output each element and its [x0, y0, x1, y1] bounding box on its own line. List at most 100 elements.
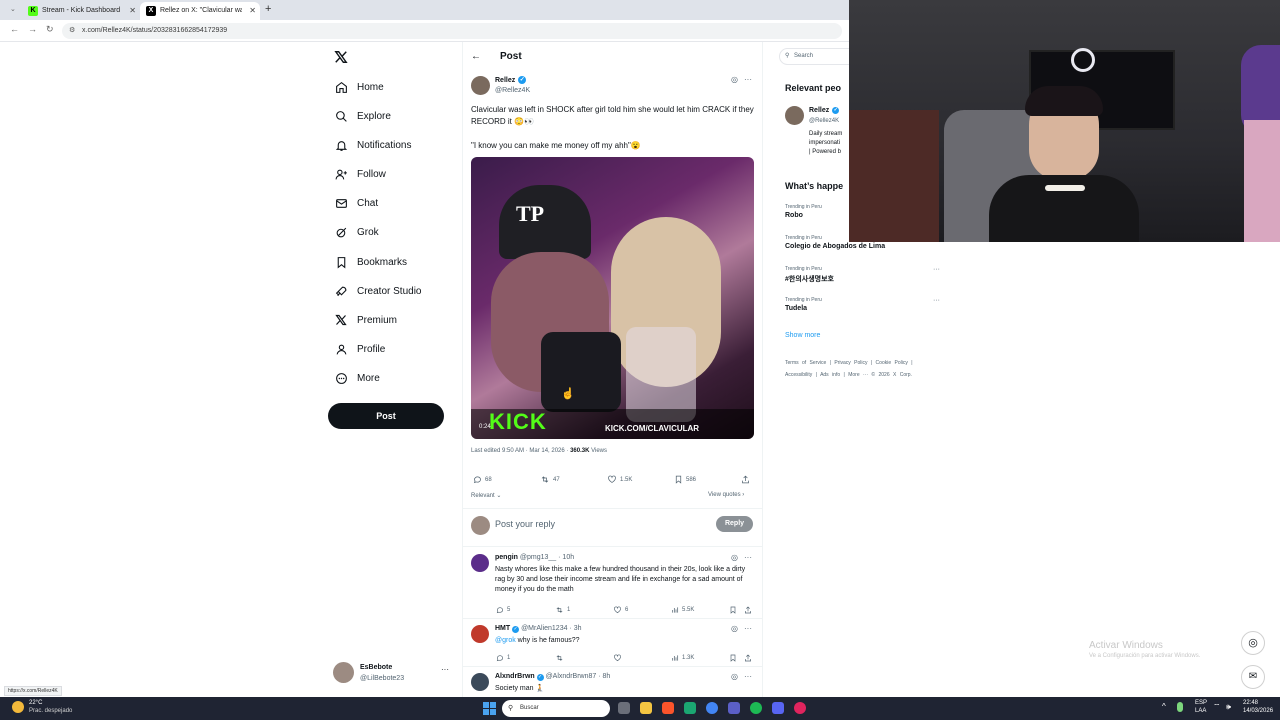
bookmark-action[interactable]: [729, 654, 740, 662]
trend-item[interactable]: Trending in Peru Robo: [785, 204, 822, 219]
more-icon[interactable]: ···: [744, 553, 752, 562]
reply-input[interactable]: Post your reply: [495, 519, 695, 531]
grok-explain-icon[interactable]: ◎: [731, 672, 738, 681]
site-info-icon[interactable]: ⚙: [69, 23, 75, 39]
reply-item[interactable]: AlxndrBrwn ✓ @AlxndrBrwn87 · 8h ◎ ··· So…: [463, 668, 762, 698]
footer-link[interactable]: More ···: [848, 372, 868, 378]
back-arrow-icon[interactable]: ←: [471, 51, 481, 62]
show-more-link[interactable]: Show more: [785, 332, 820, 339]
close-tab-icon[interactable]: ✕: [249, 2, 256, 20]
close-tab-icon[interactable]: ✕: [129, 2, 136, 20]
post-button[interactable]: Post: [328, 403, 444, 429]
sidebar-item-profile[interactable]: Profile: [333, 338, 385, 360]
tab-x-post[interactable]: X Rellez on X: "Clavicular was left ✕: [140, 2, 260, 20]
author-avatar[interactable]: [471, 76, 490, 95]
sidebar-item-bookmarks[interactable]: Bookmarks: [333, 251, 407, 273]
trend-item[interactable]: Trending in Peru Tudela: [785, 297, 822, 312]
more-icon[interactable]: ···: [744, 624, 752, 633]
trend-more-icon[interactable]: ···: [933, 297, 940, 304]
reply-avatar[interactable]: [471, 554, 489, 572]
views-action[interactable]: 5.5K: [671, 606, 694, 614]
views-action[interactable]: 1.3K: [671, 654, 694, 662]
reply-button[interactable]: Reply: [716, 516, 753, 532]
reply-item[interactable]: HMT ✓ @MrAlien1234 · 3h ◎ ··· @grok why …: [463, 619, 762, 666]
tray-chevron-icon[interactable]: ^: [1162, 702, 1166, 711]
sidebar-item-notifications[interactable]: Notifications: [333, 134, 411, 156]
grok-float-button[interactable]: ◎: [1241, 631, 1265, 655]
sidebar-item-follow[interactable]: Follow: [333, 163, 386, 185]
view-quotes-link[interactable]: View quotes ›: [708, 492, 744, 498]
wifi-icon[interactable]: ⌔: [1213, 702, 1221, 712]
repost-action[interactable]: 47: [540, 475, 560, 484]
reply-avatar[interactable]: [471, 673, 489, 691]
task-view-icon[interactable]: [618, 702, 630, 714]
reply-action[interactable]: 1: [496, 654, 510, 662]
sidebar-item-chat[interactable]: Chat: [333, 192, 378, 214]
footer-link[interactable]: Terms of Service: [785, 360, 826, 366]
trend-item[interactable]: Trending in Peru #한의사생명보호: [785, 266, 834, 284]
bookmark-action[interactable]: [729, 606, 740, 614]
share-action[interactable]: [744, 654, 755, 662]
repost-action[interactable]: 1: [555, 606, 570, 614]
like-action[interactable]: 1.5K: [607, 475, 632, 484]
url-field[interactable]: ⚙ x.com/Rellez4K/status/2032831662854172…: [62, 23, 842, 39]
reply-author[interactable]: HMT: [495, 625, 510, 632]
sidebar-item-more[interactable]: More: [333, 367, 380, 389]
share-action[interactable]: [744, 606, 755, 614]
footer-link[interactable]: Accessibility: [785, 372, 812, 378]
repost-action[interactable]: [555, 654, 567, 662]
sidebar-item-explore[interactable]: Explore: [333, 105, 391, 127]
reply-avatar[interactable]: [471, 625, 489, 643]
reply-author[interactable]: pengin: [495, 554, 518, 561]
sidebar-item-premium[interactable]: Premium: [333, 309, 397, 331]
tab-list-chevron-icon[interactable]: ⌄: [10, 5, 16, 13]
weather-icon[interactable]: [12, 701, 24, 713]
back-icon[interactable]: ←: [10, 24, 19, 34]
reply-author[interactable]: AlxndrBrwn: [495, 673, 535, 680]
x-logo-icon[interactable]: [334, 50, 348, 69]
mention-link[interactable]: @grok: [495, 637, 516, 644]
like-action[interactable]: [613, 654, 625, 662]
author-handle[interactable]: @Rellez4K: [495, 87, 530, 94]
new-tab-button[interactable]: +: [265, 3, 271, 15]
share-action[interactable]: [741, 475, 753, 484]
account-switcher[interactable]: EsBebote @LilBebote23 ···: [333, 662, 455, 686]
weather-temp[interactable]: 22°C: [29, 700, 42, 706]
clock-time[interactable]: 22:48: [1243, 700, 1258, 706]
footer-link[interactable]: Privacy Policy: [834, 360, 867, 366]
grok-explain-icon[interactable]: ◎: [731, 624, 738, 633]
reply-action[interactable]: 68: [473, 475, 492, 484]
reply-item[interactable]: pengin @pmg13__ · 10h ◎ ··· Nasty whores…: [463, 548, 762, 619]
reload-icon[interactable]: ↻: [46, 24, 54, 35]
account-menu-icon[interactable]: ···: [441, 665, 449, 674]
author-name-row[interactable]: Rellez ✓: [495, 76, 527, 84]
volume-icon[interactable]: 🕪: [1226, 702, 1231, 712]
relevant-name-row[interactable]: Rellez ✓: [809, 107, 840, 114]
brave-icon[interactable]: [662, 702, 674, 714]
language-code[interactable]: ESP: [1195, 700, 1207, 706]
more-icon[interactable]: ···: [744, 672, 752, 681]
trend-more-icon[interactable]: ···: [933, 266, 940, 273]
grok-explain-icon[interactable]: ◎: [731, 75, 738, 84]
reply-action[interactable]: 5: [496, 606, 510, 614]
file-explorer-icon[interactable]: [640, 702, 652, 714]
sidebar-item-grok[interactable]: Grok: [333, 221, 379, 243]
sidebar-item-home[interactable]: Home: [333, 76, 384, 98]
obs-icon[interactable]: [794, 702, 806, 714]
app-icon[interactable]: [684, 702, 696, 714]
more-icon[interactable]: ···: [744, 75, 752, 84]
sidebar-item-creator-studio[interactable]: Creator Studio: [333, 280, 421, 302]
taskbar-search[interactable]: ⚲ Buscar: [502, 700, 610, 717]
spotify-icon[interactable]: [750, 702, 762, 714]
start-button[interactable]: [483, 702, 496, 715]
tab-kick-dashboard[interactable]: K Stream - Kick Dashboard ✕: [22, 2, 140, 20]
footer-link[interactable]: Cookie Policy: [876, 360, 908, 366]
grok-explain-icon[interactable]: ◎: [731, 553, 738, 562]
like-action[interactable]: 6: [613, 606, 628, 614]
mic-icon[interactable]: [1177, 702, 1183, 712]
discord-icon[interactable]: [772, 702, 784, 714]
footer-link[interactable]: Ads info: [820, 372, 840, 378]
teams-icon[interactable]: [728, 702, 740, 714]
sort-dropdown[interactable]: Relevant ⌄: [471, 492, 501, 499]
messages-float-button[interactable]: ✉: [1241, 665, 1265, 689]
